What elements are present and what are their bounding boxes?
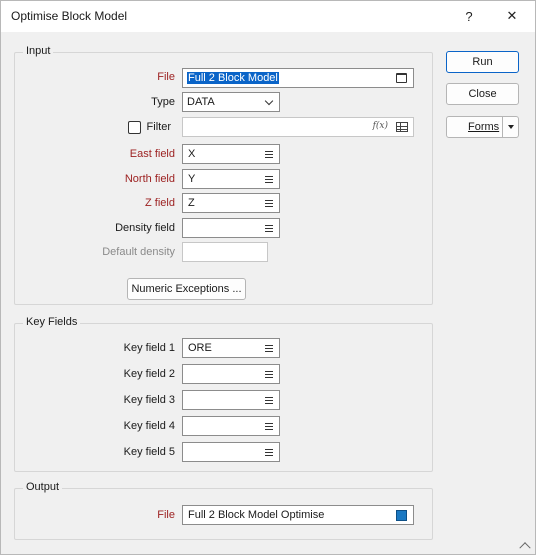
field-list-icon[interactable] (265, 423, 273, 430)
key-field-5-input[interactable] (182, 442, 280, 462)
key-fields-legend: Key Fields (23, 316, 81, 328)
field-list-icon[interactable] (265, 200, 273, 207)
output-legend: Output (23, 481, 63, 493)
field-list-icon[interactable] (265, 371, 273, 378)
input-file-field[interactable]: Full 2 Block Model (182, 68, 414, 88)
north-field-label: North field (124, 173, 175, 185)
type-select[interactable]: DATA (182, 92, 280, 112)
default-density-label: Default density (102, 246, 175, 258)
type-value: DATA (187, 96, 215, 108)
key-field-label: Key field 1 (123, 342, 175, 354)
east-field-value: X (188, 148, 196, 160)
filter-grid-icon[interactable] (396, 122, 408, 132)
title-bar: Optimise Block Model ? ✕ (1, 1, 535, 32)
output-file-label: File (157, 509, 175, 521)
east-field-input[interactable]: X (182, 144, 280, 164)
run-button[interactable]: Run (446, 51, 519, 73)
field-list-icon[interactable] (265, 225, 273, 232)
forms-dropdown-icon[interactable] (508, 125, 514, 129)
key-field-label: Key field 3 (123, 394, 175, 406)
density-field-label: Density field (115, 222, 175, 234)
field-list-icon[interactable] (265, 176, 273, 183)
input-legend: Input (23, 45, 54, 57)
z-field-label: Z field (145, 197, 175, 209)
key-field-3-input[interactable] (182, 390, 280, 410)
z-field-input[interactable]: Z (182, 193, 280, 213)
output-file-field[interactable]: Full 2 Block Model Optimise (182, 505, 414, 525)
density-field-input[interactable] (182, 218, 280, 238)
chevron-down-icon (264, 96, 274, 106)
browse-window-icon[interactable] (396, 73, 407, 83)
filter-field[interactable]: f(x) (182, 117, 414, 137)
output-file-value: Full 2 Block Model Optimise (188, 509, 325, 521)
key-field-label: Key field 4 (123, 420, 175, 432)
dialog-window: Optimise Block Model ? ✕ Input File Full… (0, 0, 536, 555)
key-field-2-input[interactable] (182, 364, 280, 384)
filter-label: Filter (146, 121, 171, 133)
resize-grip-icon[interactable] (520, 540, 529, 549)
numeric-exceptions-button[interactable]: Numeric Exceptions ... (127, 278, 246, 300)
forms-divider (502, 117, 503, 137)
input-file-value: Full 2 Block Model (187, 72, 279, 84)
default-density-input[interactable] (182, 242, 268, 262)
field-list-icon[interactable] (265, 449, 273, 456)
east-field-label: East field (129, 148, 175, 160)
field-list-icon[interactable] (265, 345, 273, 352)
close-button[interactable]: Close (446, 83, 519, 105)
field-list-icon[interactable] (265, 397, 273, 404)
north-field-input[interactable]: Y (182, 169, 280, 189)
type-label: Type (151, 96, 175, 108)
expression-fx-icon[interactable]: f(x) (373, 121, 388, 131)
key-field-label: Key field 2 (123, 368, 175, 380)
output-file-icon[interactable] (396, 510, 407, 521)
forms-label: Forms (468, 121, 500, 133)
north-field-value: Y (188, 173, 196, 185)
key-field-label: Key field 5 (123, 446, 175, 458)
input-file-label: File (157, 71, 175, 83)
z-field-value: Z (188, 197, 195, 209)
close-window-icon[interactable]: ✕ (495, 4, 529, 28)
key-field-4-input[interactable] (182, 416, 280, 436)
key-field-1-input[interactable]: ORE (182, 338, 280, 358)
field-list-icon[interactable] (265, 151, 273, 158)
window-title: Optimise Block Model (11, 9, 128, 23)
key-field-value: ORE (188, 342, 212, 354)
help-button[interactable]: ? (452, 4, 486, 28)
